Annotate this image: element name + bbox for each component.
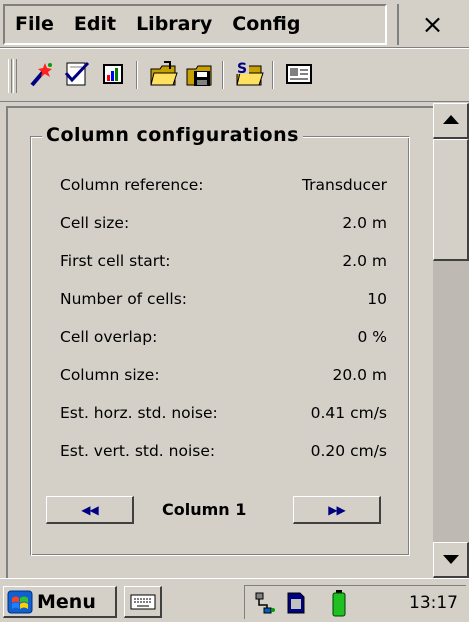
config-row: Column size: 20.0 m [60,366,387,390]
checklist-icon[interactable] [62,59,92,89]
config-row: Cell overlap: 0 % [60,328,387,352]
row-label: First cell start: [60,252,171,270]
menu-container: File Edit Library Config [3,4,387,45]
next-column-button[interactable]: ▶▶ [293,496,381,524]
row-label: Column size: [60,366,160,384]
toolbar-grip[interactable] [8,59,12,93]
close-button[interactable]: × [397,4,466,45]
fast-forward-icon: ▶▶ [328,502,345,517]
svg-text:S: S [237,61,247,77]
windows-logo-icon [7,590,33,613]
save-disk-icon[interactable] [184,59,214,89]
prev-column-button[interactable]: ◀◀ [46,496,134,524]
menu-edit[interactable]: Edit [64,6,126,43]
start-menu-button[interactable]: Menu [3,586,117,618]
open-folder-icon[interactable] [148,59,178,89]
config-row: Est. vert. std. noise: 0.20 cm/s [60,442,387,466]
start-label: Menu [37,590,96,613]
row-value: 0.20 cm/s [310,442,387,460]
taskbar: Menu 13:17 [0,578,469,622]
row-label: Est. horz. std. noise: [60,404,218,422]
row-value: 2.0 m [342,214,387,232]
config-row: Number of cells: 10 [60,290,387,314]
network-icon[interactable] [253,591,277,615]
system-tray: 13:17 [244,585,466,619]
row-value: 10 [367,290,387,308]
group-title: Column configurations [42,124,303,146]
config-row: First cell start: 2.0 m [60,252,387,276]
row-label: Column reference: [60,176,204,194]
menu-file[interactable]: File [5,6,64,43]
chart-icon[interactable] [98,59,128,89]
close-icon: × [421,9,444,40]
toolbar-separator-3 [272,61,274,89]
row-value: 2.0 m [342,252,387,270]
column-label: Column 1 [162,500,247,519]
row-label: Cell size: [60,214,130,232]
open-s-icon[interactable]: S [234,59,264,89]
keyboard-button[interactable] [124,586,162,618]
row-label: Number of cells: [60,290,188,308]
config-row: Est. horz. std. noise: 0.41 cm/s [60,404,387,428]
keyboard-icon [130,594,155,609]
row-value: Transducer [301,176,387,194]
row-label: Est. vert. std. noise: [60,442,216,460]
config-row: Cell size: 2.0 m [60,214,387,238]
toolbar-grip-2 [13,59,17,93]
scroll-thumb[interactable] [433,139,469,261]
wand-icon[interactable] [26,59,56,89]
clock[interactable]: 13:17 [409,593,458,613]
arrow-down-icon [443,555,459,564]
row-value: 0 % [357,328,387,346]
scroll-up-button[interactable] [433,103,469,139]
vertical-scrollbar[interactable] [433,103,469,578]
menu-library[interactable]: Library [126,6,222,43]
menu-config[interactable]: Config [222,6,310,43]
config-row: Column reference: Transducer [60,176,387,200]
battery-icon[interactable] [331,589,347,617]
row-value: 0.41 cm/s [310,404,387,422]
menu-bar: File Edit Library Config × [0,0,469,48]
toolbar-separator [136,61,138,89]
arrow-up-icon [443,115,459,124]
display-icon[interactable] [284,59,314,89]
main-panel: Column configurations Column reference: … [0,103,469,578]
toolbar: S [0,48,469,102]
row-value: 20.0 m [332,366,387,384]
scroll-down-button[interactable] [433,542,469,578]
sim-card-icon[interactable] [285,591,307,615]
toolbar-separator-2 [222,61,224,89]
row-label: Cell overlap: [60,328,158,346]
rewind-icon: ◀◀ [81,502,98,517]
